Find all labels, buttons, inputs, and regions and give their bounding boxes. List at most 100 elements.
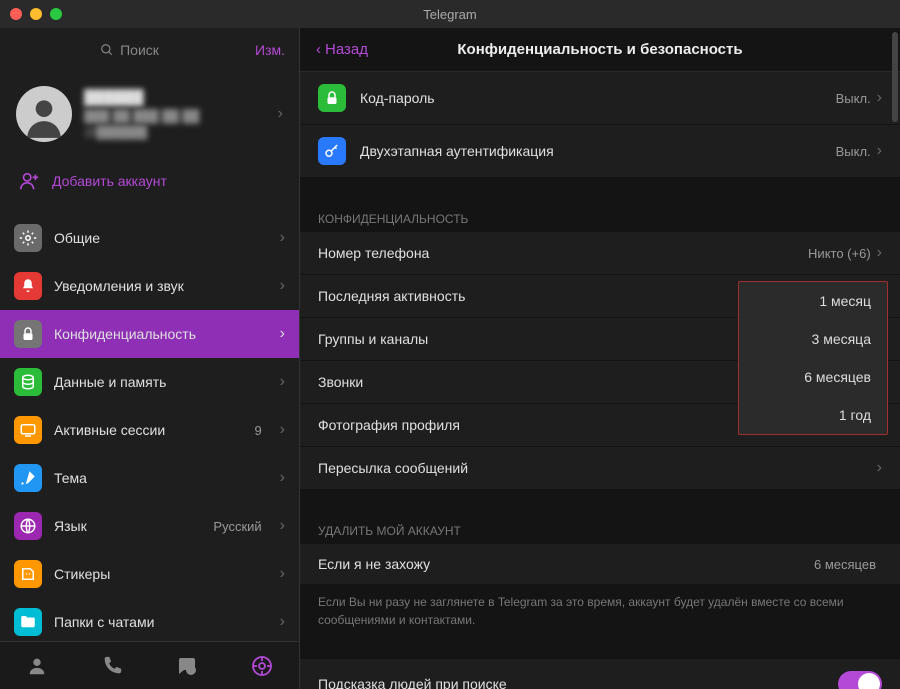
sidebar-item-value: Русский xyxy=(213,519,261,534)
lock-icon xyxy=(14,320,42,348)
row-label: Код-пароль xyxy=(360,90,836,106)
popup-option[interactable]: 1 год xyxy=(739,396,887,434)
duration-popup: 1 месяц3 месяца6 месяцев1 год xyxy=(738,281,888,435)
profile-username: @██████ xyxy=(84,125,266,139)
row-label: Пересылка сообщений xyxy=(318,460,877,476)
avatar xyxy=(16,86,72,142)
security-row[interactable]: Код-парольВыкл. › xyxy=(300,72,900,125)
sidebar-item-label: Стикеры xyxy=(54,566,268,582)
bell-icon xyxy=(14,272,42,300)
privacy-row[interactable]: Пересылка сообщений› xyxy=(300,447,900,490)
chevron-right-icon: › xyxy=(877,459,882,477)
add-account-button[interactable]: Добавить аккаунт xyxy=(0,156,299,206)
search-icon xyxy=(100,43,114,57)
page-title: Конфиденциальность и безопасность xyxy=(457,41,742,58)
sidebar-item-8[interactable]: Папки с чатами › xyxy=(0,598,299,641)
content-panel: ‹ Назад Конфиденциальность и безопасност… xyxy=(300,28,900,689)
row-value: Выкл. xyxy=(836,144,871,159)
sidebar-item-7[interactable]: Стикеры › xyxy=(0,550,299,598)
tab-chats[interactable] xyxy=(173,652,201,680)
sidebar-item-2[interactable]: Конфиденциальность › xyxy=(0,310,299,358)
sidebar-tabs xyxy=(0,641,299,689)
chevron-right-icon: › xyxy=(280,325,285,343)
row-label: Подсказка людей при поиске xyxy=(318,676,838,689)
traffic-lights xyxy=(10,8,62,20)
add-account-label: Добавить аккаунт xyxy=(52,173,167,189)
sidebar-item-value: 9 xyxy=(254,423,261,438)
maximize-window[interactable] xyxy=(50,8,62,20)
sidebar-item-label: Данные и память xyxy=(54,374,268,390)
close-window[interactable] xyxy=(10,8,22,20)
titlebar: Telegram xyxy=(0,0,900,28)
lock-icon xyxy=(318,84,346,112)
back-label: Назад xyxy=(325,41,368,58)
gear-icon xyxy=(14,224,42,252)
chevron-right-icon: › xyxy=(280,373,285,391)
section-header: КОНФИДЕНЦИАЛЬНОСТЬ xyxy=(300,204,900,232)
tab-calls[interactable] xyxy=(98,652,126,680)
chevron-right-icon: › xyxy=(280,469,285,487)
search-input[interactable]: Поиск xyxy=(14,42,245,58)
chevron-right-icon: › xyxy=(877,89,882,107)
chevron-right-icon: › xyxy=(280,565,285,583)
row-value: Выкл. xyxy=(836,91,871,106)
brush-icon xyxy=(14,464,42,492)
folder-icon xyxy=(14,608,42,636)
suggest-people-row[interactable]: Подсказка людей при поиске xyxy=(300,659,900,689)
popup-option[interactable]: 1 месяц xyxy=(739,282,887,320)
row-label: Если я не захожу xyxy=(318,556,814,572)
profile-row[interactable]: ██████ ███ ██ ███ ██ ██ @██████ › xyxy=(0,72,299,156)
sidebar-item-label: Папки с чатами xyxy=(54,614,268,630)
sidebar-item-1[interactable]: Уведомления и звук › xyxy=(0,262,299,310)
section-footer: Если Вы ни разу не заглянете в Telegram … xyxy=(300,585,900,633)
lang-icon xyxy=(14,512,42,540)
key-icon xyxy=(318,137,346,165)
db-icon xyxy=(14,368,42,396)
add-user-icon xyxy=(18,170,40,192)
sessions-icon xyxy=(14,416,42,444)
sticker-icon xyxy=(14,560,42,588)
chevron-right-icon: › xyxy=(280,517,285,535)
chevron-right-icon: › xyxy=(278,105,283,123)
delete-account-row[interactable]: Если я не захожу6 месяцев xyxy=(300,544,900,585)
sidebar-item-3[interactable]: Данные и память › xyxy=(0,358,299,406)
chevron-right-icon: › xyxy=(877,244,882,262)
search-placeholder: Поиск xyxy=(120,42,159,58)
sidebar-item-label: Уведомления и звук xyxy=(54,278,268,294)
row-value: Никто (+6) xyxy=(808,246,871,261)
tab-settings[interactable] xyxy=(248,652,276,680)
toggle-switch[interactable] xyxy=(838,671,882,689)
profile-phone: ███ ██ ███ ██ ██ xyxy=(84,109,266,123)
sidebar-item-5[interactable]: Тема› xyxy=(0,454,299,502)
chevron-right-icon: › xyxy=(280,613,285,631)
chevron-right-icon: › xyxy=(877,142,882,160)
sidebar-item-label: Язык xyxy=(54,518,201,534)
chevron-right-icon: › xyxy=(280,421,285,439)
chevron-right-icon: › xyxy=(280,277,285,295)
window-title: Telegram xyxy=(423,7,476,22)
minimize-window[interactable] xyxy=(30,8,42,20)
content-header: ‹ Назад Конфиденциальность и безопасност… xyxy=(300,28,900,72)
sidebar: Поиск Изм. ██████ ███ ██ ███ ██ ██ @████… xyxy=(0,28,300,689)
edit-button[interactable]: Изм. xyxy=(255,42,285,58)
row-label: Двухэтапная аутентификация xyxy=(360,143,836,159)
sidebar-item-4[interactable]: Активные сессии 9 › xyxy=(0,406,299,454)
scrollbar[interactable] xyxy=(892,72,898,122)
tab-contacts[interactable] xyxy=(23,652,51,680)
profile-name: ██████ xyxy=(84,89,266,105)
section-header: УДАЛИТЬ МОЙ АККАУНТ xyxy=(300,516,900,544)
sidebar-item-label: Общие xyxy=(54,230,268,246)
sidebar-item-6[interactable]: Язык Русский › xyxy=(0,502,299,550)
chevron-left-icon: ‹ xyxy=(316,41,321,58)
popup-option[interactable]: 3 месяца xyxy=(739,320,887,358)
security-row[interactable]: Двухэтапная аутентификацияВыкл. › xyxy=(300,125,900,178)
sidebar-item-0[interactable]: Общие › xyxy=(0,214,299,262)
popup-option[interactable]: 6 месяцев xyxy=(739,358,887,396)
back-button[interactable]: ‹ Назад xyxy=(316,41,368,58)
chevron-right-icon: › xyxy=(280,229,285,247)
row-label: Номер телефона xyxy=(318,245,808,261)
sidebar-item-label: Конфиденциальность xyxy=(54,326,268,342)
sidebar-item-label: Активные сессии xyxy=(54,422,242,438)
privacy-row[interactable]: Номер телефонаНикто (+6) › xyxy=(300,232,900,275)
row-value: 6 месяцев xyxy=(814,557,876,572)
